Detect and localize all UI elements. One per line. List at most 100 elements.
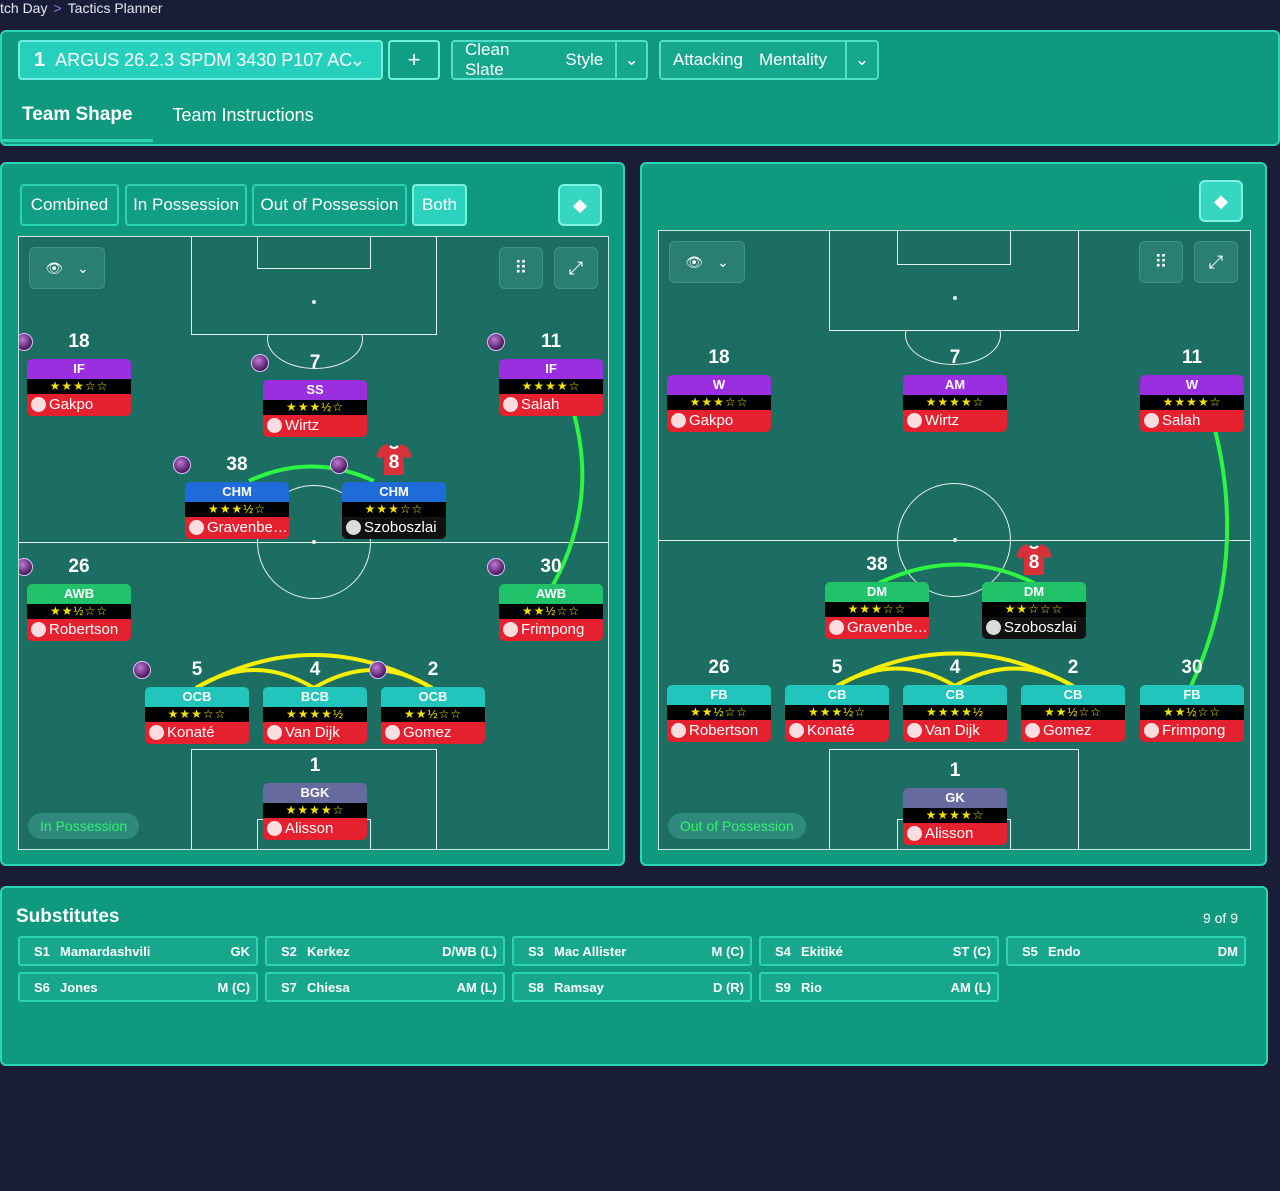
player-card[interactable]: 2 OCB ★★½☆☆ Gomez bbox=[369, 659, 485, 744]
player-name-text: Robertson bbox=[49, 621, 119, 638]
tab-team-instructions[interactable]: Team Instructions bbox=[153, 90, 334, 142]
player-card[interactable]: 1 BGK ★★★★☆ Alisson bbox=[263, 755, 367, 840]
expand-icon[interactable]: ⤢ bbox=[554, 247, 598, 289]
player-name-text: Salah bbox=[521, 396, 560, 413]
player-card[interactable]: 30 AWB ★★½☆☆ Frimpong bbox=[487, 556, 603, 641]
player-role: SS bbox=[263, 380, 367, 400]
player-name-text: Alisson bbox=[285, 820, 334, 837]
grid-icon[interactable]: ⠿ bbox=[1139, 241, 1183, 283]
style-select[interactable]: Clean Slate Style ⌄ bbox=[451, 40, 648, 80]
player-number: 30 bbox=[1181, 657, 1203, 678]
view-in-possession[interactable]: In Possession bbox=[125, 184, 247, 226]
player-card[interactable]: 1 GK ★★★★☆ Alisson bbox=[903, 760, 1007, 845]
player-role: AWB bbox=[27, 584, 131, 604]
view-both[interactable]: Both bbox=[412, 184, 467, 226]
player-role: DM bbox=[982, 582, 1086, 602]
player-card[interactable]: 18 IF ★★★☆☆ Gakpo bbox=[19, 331, 131, 416]
expand-icon[interactable]: ⤢ bbox=[1194, 241, 1238, 283]
style-value: Clean Slate bbox=[465, 40, 510, 79]
player-number: 2 bbox=[1067, 657, 1079, 678]
player-avatar bbox=[267, 725, 282, 740]
player-role: CB bbox=[785, 685, 889, 705]
sub-name: Kerkez bbox=[307, 943, 350, 959]
player-rating: ★★½☆☆ bbox=[27, 604, 131, 619]
player-name: Alisson bbox=[903, 823, 1007, 845]
possession-label: Out of Possession bbox=[668, 813, 806, 839]
view-out-of-possession[interactable]: Out of Possession bbox=[252, 184, 407, 226]
grid-icon[interactable]: ⠿ bbox=[499, 247, 543, 289]
view-combined[interactable]: Combined bbox=[20, 184, 119, 226]
player-name: Gravenber... bbox=[185, 517, 289, 539]
visibility-toggle[interactable]: 👁 ⌄ bbox=[669, 241, 745, 283]
player-card[interactable]: 8 DM ★★☆☆☆ Szoboszlai bbox=[982, 544, 1086, 639]
player-avatar bbox=[829, 620, 844, 635]
chevron-down-icon[interactable]: ⌄ bbox=[615, 42, 646, 78]
player-card[interactable]: 4 BCB ★★★★½ Van Dijk bbox=[263, 659, 367, 744]
substitute-item[interactable]: S5 Endo DM bbox=[1006, 936, 1246, 966]
player-avatar bbox=[503, 622, 518, 637]
sub-name: Mamardashvili bbox=[60, 943, 151, 959]
player-avatar bbox=[986, 620, 1001, 635]
player-name-text: Salah bbox=[1162, 412, 1201, 429]
player-card[interactable]: 18 W ★★★☆☆ Gakpo bbox=[667, 347, 771, 432]
diamond-icon[interactable]: ◆ bbox=[558, 184, 602, 226]
player-name: Konaté bbox=[145, 722, 249, 744]
player-card[interactable]: 7 AM ★★★★☆ Wirtz bbox=[903, 347, 1007, 432]
visibility-toggle[interactable]: 👁 ⌄ bbox=[29, 247, 105, 289]
sub-name: Rio bbox=[801, 979, 822, 995]
substitute-item[interactable]: S3 Mac Allister M (C) bbox=[512, 936, 752, 966]
ball-icon bbox=[487, 333, 505, 351]
breadcrumb-parent[interactable]: tch Day bbox=[0, 0, 47, 16]
player-card[interactable]: 30 FB ★★½☆☆ Frimpong bbox=[1140, 657, 1244, 742]
substitute-item[interactable]: S1 Mamardashvili GK bbox=[18, 936, 258, 966]
substitute-item[interactable]: S6 Jones M (C) bbox=[18, 972, 258, 1002]
substitute-item[interactable]: S4 Ekitiké ST (C) bbox=[759, 936, 999, 966]
player-card[interactable]: 5 CB ★★★½☆ Konaté bbox=[785, 657, 889, 742]
add-tactic-button[interactable]: + bbox=[388, 40, 440, 80]
substitute-item[interactable]: S7 Chiesa AM (L) bbox=[265, 972, 505, 1002]
player-role: CB bbox=[903, 685, 1007, 705]
player-name: Gravenber... bbox=[825, 617, 929, 639]
tab-team-shape[interactable]: Team Shape bbox=[2, 90, 153, 142]
player-card[interactable]: 38 CHM ★★★½☆ Gravenber... bbox=[173, 454, 289, 539]
player-number: 30 bbox=[540, 556, 562, 577]
player-rating: ★★★★☆ bbox=[1140, 395, 1244, 410]
player-avatar bbox=[1025, 723, 1040, 738]
player-card[interactable]: 26 FB ★★½☆☆ Robertson bbox=[667, 657, 771, 742]
player-card[interactable]: 4 CB ★★★★½ Van Dijk bbox=[903, 657, 1007, 742]
chevron-down-icon[interactable]: ⌄ bbox=[845, 42, 877, 78]
ball-icon bbox=[330, 456, 348, 474]
player-name: Salah bbox=[1140, 410, 1244, 432]
chevron-down-icon: ⌄ bbox=[349, 50, 365, 70]
player-name-text: Szoboszlai bbox=[1004, 619, 1077, 636]
player-card[interactable]: 38 DM ★★★☆☆ Gravenber... bbox=[825, 554, 929, 639]
player-card[interactable]: 26 AWB ★★½☆☆ Robertson bbox=[19, 556, 131, 641]
player-avatar bbox=[671, 723, 686, 738]
player-card[interactable]: 11 W ★★★★☆ Salah bbox=[1140, 347, 1244, 432]
player-card[interactable]: 5 OCB ★★★☆☆ Konaté bbox=[133, 659, 249, 744]
player-card[interactable]: 11 IF ★★★★☆ Salah bbox=[487, 331, 603, 416]
substitutes-panel: Substitutes 9 of 9 S1 Mamardashvili GK S2 Ke… bbox=[0, 886, 1268, 1066]
player-role: FB bbox=[1140, 685, 1244, 705]
style-label: Style bbox=[565, 50, 604, 69]
player-name-text: Gravenber... bbox=[207, 519, 289, 536]
chevron-down-icon: ⌄ bbox=[717, 253, 729, 270]
eye-icon: 👁 bbox=[45, 259, 64, 276]
player-card[interactable]: 2 CB ★★½☆☆ Gomez bbox=[1021, 657, 1125, 742]
mentality-select[interactable]: Attacking Mentality ⌄ bbox=[659, 40, 879, 80]
sub-slot: S7 bbox=[281, 979, 297, 995]
substitute-item[interactable]: S2 Kerkez D/WB (L) bbox=[265, 936, 505, 966]
player-name-text: Wirtz bbox=[925, 412, 960, 429]
tactic-select[interactable]: 1 ARGUS 26.2.3 SPDM 3430 P107 AC ⌄ bbox=[18, 40, 383, 80]
substitute-item[interactable]: S8 Ramsay D (R) bbox=[512, 972, 752, 1002]
player-name: Frimpong bbox=[499, 619, 603, 641]
player-name: Wirtz bbox=[263, 415, 367, 437]
substitute-item[interactable]: S9 Rio AM (L) bbox=[759, 972, 999, 1002]
player-card[interactable]: 7 SS ★★★½☆ Wirtz bbox=[251, 352, 367, 437]
player-number: 8 bbox=[1028, 552, 1040, 573]
diamond-icon[interactable]: ◆ bbox=[1199, 180, 1243, 222]
player-number: 5 bbox=[831, 657, 843, 678]
player-card[interactable]: 8 CHM ★★★☆☆ Szoboszlai bbox=[330, 444, 446, 539]
player-rating: ★★★½☆ bbox=[263, 400, 367, 415]
player-name-text: Frimpong bbox=[521, 621, 585, 638]
